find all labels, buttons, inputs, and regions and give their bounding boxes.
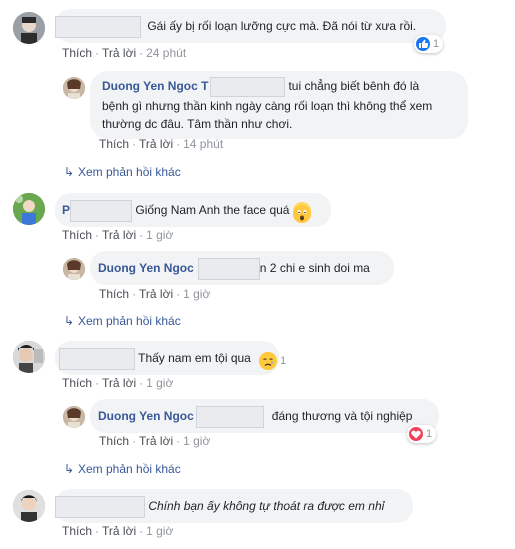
reply-avatar[interactable] xyxy=(63,258,85,280)
timestamp[interactable]: 1 giờ xyxy=(146,524,173,538)
view-more-replies[interactable]: ↳ Xem phản hồi khác xyxy=(64,165,181,179)
view-more-replies[interactable]: ↳ Xem phản hồi khác xyxy=(64,462,181,476)
reply-text: n 2 chi e sinh doi ma xyxy=(259,261,370,275)
timestamp[interactable]: 1 giờ xyxy=(183,434,210,448)
reply-bubble: Duong Yen Ngoc Ttui chẳng biết bênh đó l… xyxy=(90,71,468,139)
reaction-summary[interactable]: 1 xyxy=(259,352,286,370)
comment-actions: Thích · Trả lời · 1 giờ xyxy=(62,228,174,242)
reply-avatar[interactable] xyxy=(63,406,85,428)
reply-text: bệnh gì nhưng thần kinh ngày càng rối lo… xyxy=(102,99,433,113)
comment-actions: Thích · Trả lời · 24 phút xyxy=(62,46,187,60)
timestamp[interactable]: 1 giờ xyxy=(146,228,173,242)
timestamp[interactable]: 1 giờ xyxy=(146,376,173,390)
reply-actions: Thích · Trả lời · 14 phút xyxy=(99,137,224,151)
comment-bubble: Gái ấy bị rối loạn lưỡng cực mà. Đã nói … xyxy=(55,9,446,43)
timestamp[interactable]: 24 phút xyxy=(146,46,186,60)
redacted-name[interactable] xyxy=(55,495,145,518)
redacted-name xyxy=(70,199,133,222)
reply-bubble: Duong Yen Ngoc n 2 chi e sinh doi ma xyxy=(90,251,394,285)
avatar-photo xyxy=(63,406,85,428)
avatar-photo xyxy=(13,193,45,225)
redacted-name[interactable] xyxy=(55,15,141,38)
comment-bubble: Chính bạn ấy không tự thoát ra được em n… xyxy=(55,489,413,523)
reaction-count: 1 xyxy=(433,38,440,50)
commenter-avatar[interactable] xyxy=(13,193,45,225)
reply-text: đáng thương và tội nghiệp xyxy=(271,409,413,423)
like-link[interactable]: Thích xyxy=(99,434,129,448)
comment-text: Giống Nam Anh the face quá xyxy=(135,203,290,217)
comment-actions: Thích · Trả lời · 1 giờ xyxy=(62,524,174,538)
avatar-photo xyxy=(13,12,45,44)
like-link[interactable]: Thích xyxy=(62,46,92,60)
redacted-name xyxy=(210,77,286,97)
like-link[interactable]: Thích xyxy=(99,137,129,151)
reaction-count: 1 xyxy=(280,354,287,367)
redacted-name[interactable] xyxy=(59,347,135,370)
like-link[interactable]: Thích xyxy=(62,376,92,390)
reply-arrow-icon: ↳ xyxy=(64,462,75,476)
view-more-replies[interactable]: ↳ Xem phản hồi khác xyxy=(64,314,181,328)
like-icon xyxy=(416,37,430,51)
heart-icon xyxy=(409,427,423,441)
commenter-avatar[interactable] xyxy=(13,12,45,44)
reply-arrow-icon: ↳ xyxy=(64,165,75,179)
commenter-avatar[interactable] xyxy=(13,341,45,373)
reaction-summary[interactable]: 1 xyxy=(414,35,444,53)
comment-actions: Thích · Trả lời · 1 giờ xyxy=(62,376,174,390)
reply-link[interactable]: Trả lời xyxy=(102,46,136,60)
timestamp[interactable]: 14 phút xyxy=(183,137,223,151)
comment-bubble: P Giống Nam Anh the face quá xyxy=(55,193,331,227)
comment-text: Thấy nam em tội qua xyxy=(138,351,251,365)
comment-text: Gái ấy bị rối loạn lưỡng cực mà. Đã nói … xyxy=(147,19,417,33)
reply-author[interactable]: Duong Yen Ngoc xyxy=(98,261,194,275)
reply-arrow-icon: ↳ xyxy=(64,314,75,328)
reply-link[interactable]: Trả lời xyxy=(102,524,136,538)
redacted-name xyxy=(197,257,260,280)
commenter-avatar[interactable] xyxy=(13,490,45,522)
comment-bubble: Thấy nam em tội qua xyxy=(55,341,279,375)
like-link[interactable]: Thích xyxy=(62,524,92,538)
avatar-photo xyxy=(13,341,45,373)
reply-actions: Thích · Trả lời · 1 giờ xyxy=(99,287,211,301)
reaction-count: 1 xyxy=(426,428,433,440)
reply-link[interactable]: Trả lời xyxy=(102,228,136,242)
avatar-photo xyxy=(13,490,45,522)
redacted-name xyxy=(195,405,264,428)
avatar-photo xyxy=(63,77,85,99)
like-link[interactable]: Thích xyxy=(62,228,92,242)
reply-bubble: Duong Yen Ngoc đáng thương và tội nghiệp xyxy=(90,399,439,433)
timestamp[interactable]: 1 giờ xyxy=(183,287,210,301)
reply-author[interactable]: Duong Yen Ngoc xyxy=(98,409,194,423)
reply-avatar[interactable] xyxy=(63,77,85,99)
shocked-emoji-icon xyxy=(292,201,311,223)
comment-text: Chính bạn ấy không tự thoát ra được em n… xyxy=(148,499,385,513)
reply-link[interactable]: Trả lời xyxy=(139,137,173,151)
reaction-summary[interactable]: 1 xyxy=(407,425,437,443)
reply-author[interactable]: Duong Yen Ngoc T xyxy=(102,79,208,93)
like-link[interactable]: Thích xyxy=(99,287,129,301)
avatar-photo xyxy=(63,258,85,280)
reply-link[interactable]: Trả lời xyxy=(139,434,173,448)
sad-tear-emoji-icon xyxy=(259,352,277,370)
reply-link[interactable]: Trả lời xyxy=(102,376,136,390)
reply-actions: Thích · Trả lời · 1 giờ xyxy=(99,434,211,448)
reply-link[interactable]: Trả lời xyxy=(139,287,173,301)
